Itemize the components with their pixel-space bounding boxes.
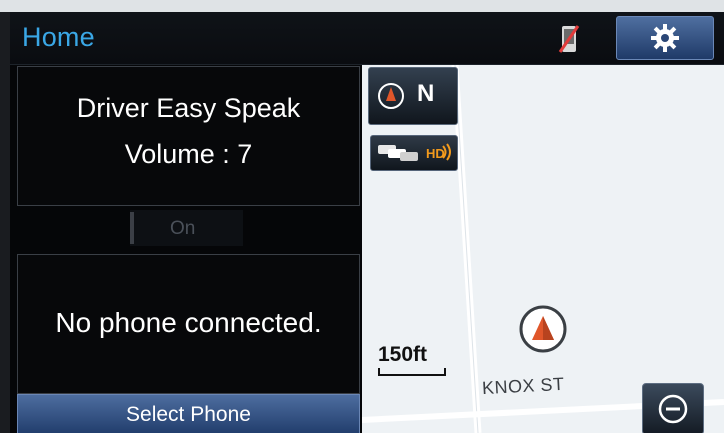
volume-readout: Volume : 7 <box>124 139 253 169</box>
compass-icon <box>378 83 404 109</box>
map-view[interactable]: N HD 150ft KNOX ST <box>362 65 724 433</box>
header-bar: Home <box>10 12 724 65</box>
svg-text:HD: HD <box>426 146 445 161</box>
gear-icon <box>651 24 679 52</box>
traffic-button[interactable]: HD <box>370 135 458 171</box>
settings-button[interactable] <box>616 16 714 60</box>
phone-status-card: No phone connected. <box>17 254 360 394</box>
map-scale-label: 150ft <box>378 343 428 366</box>
page-title: Home <box>22 22 95 52</box>
zoom-out-button[interactable] <box>642 383 704 433</box>
bezel-top-edge <box>0 0 724 12</box>
select-phone-label: Select Phone <box>126 403 251 426</box>
toggle-indicator <box>130 212 134 244</box>
select-phone-button[interactable]: Select Phone <box>17 394 360 433</box>
vehicle-position-icon <box>517 303 569 355</box>
heading-label: N <box>417 80 435 107</box>
toggle-label: On <box>170 218 196 239</box>
traffic-hd-icon: HD <box>378 143 451 161</box>
zoom-out-icon <box>658 394 688 424</box>
map-orientation-button[interactable]: N <box>368 67 458 125</box>
phone-status-message: No phone connected. <box>55 307 322 338</box>
map-scale: 150ft <box>378 343 446 376</box>
head-unit-screen: Home Driver Easy Speak Volume: 7 On No … <box>10 12 724 433</box>
driver-easy-speak-title: Driver Easy Speak <box>76 93 301 123</box>
easy-speak-toggle[interactable]: On <box>130 210 243 246</box>
phone-disconnected-icon <box>558 24 580 54</box>
map-scale-bar <box>378 368 446 376</box>
street-name-label: KNOX ST <box>481 373 565 399</box>
driver-easy-speak-card[interactable]: Driver Easy Speak Volume : 7 <box>17 66 360 206</box>
